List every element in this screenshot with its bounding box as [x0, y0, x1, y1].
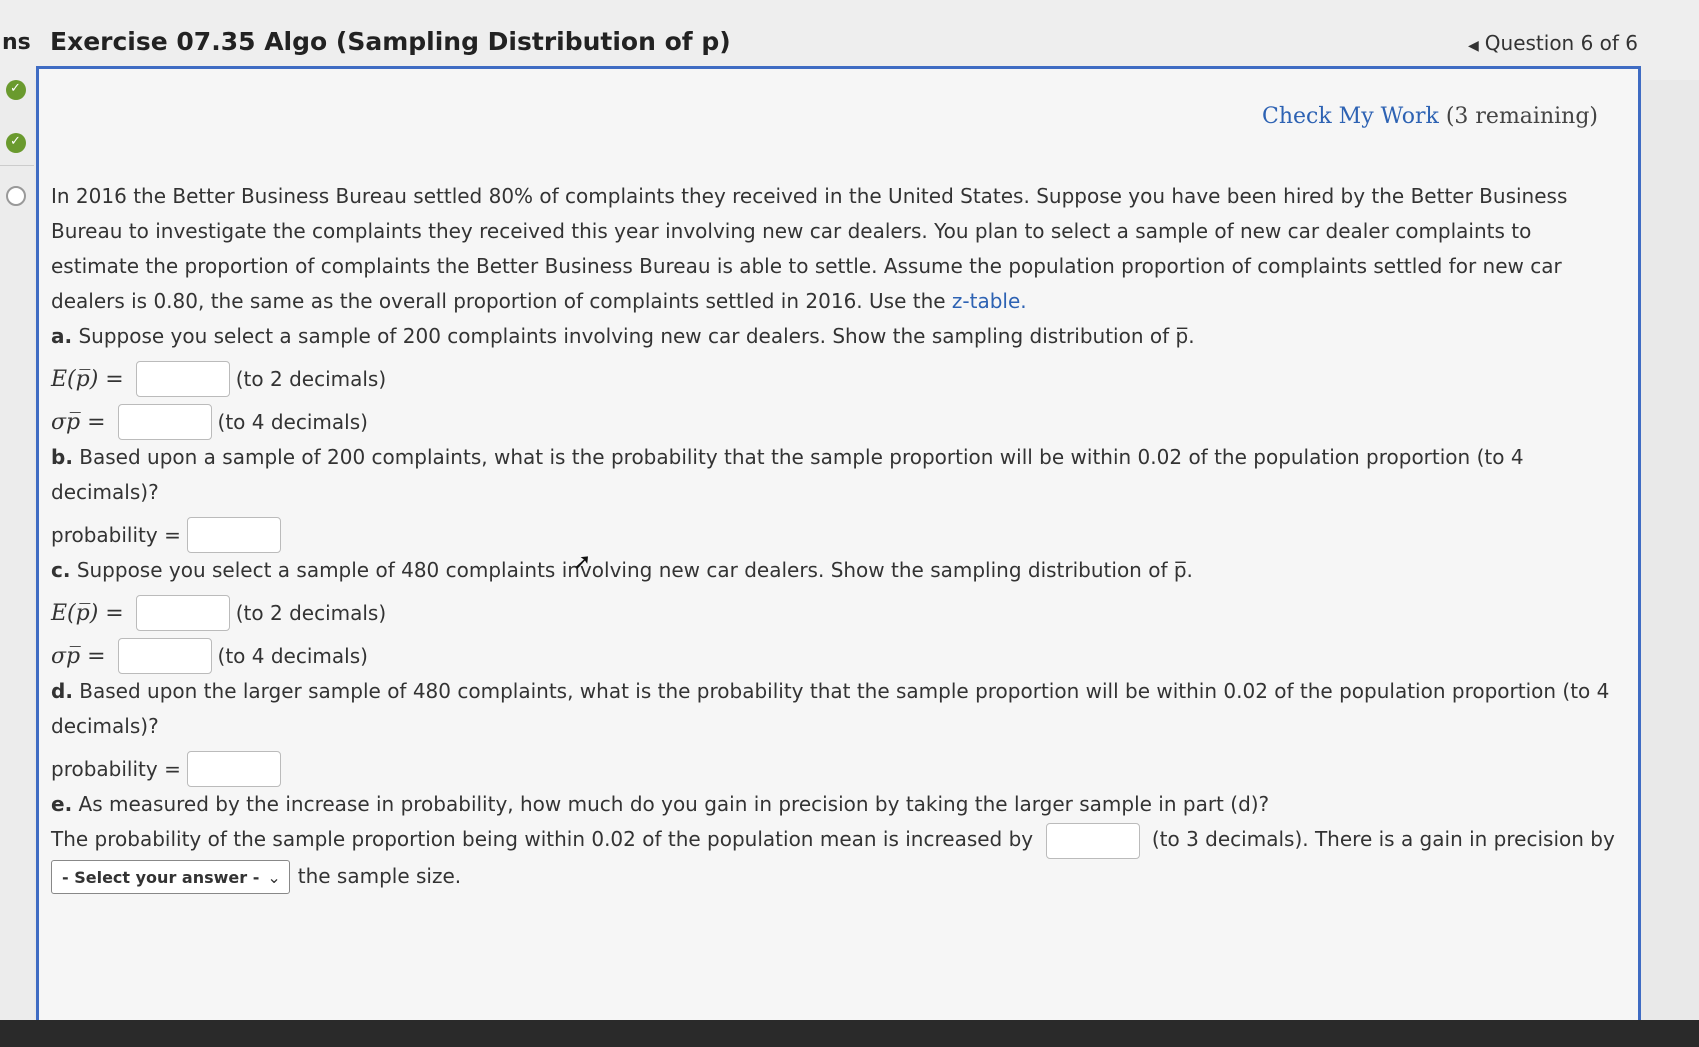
part-e-increase-input[interactable]	[1045, 822, 1140, 859]
check-my-work-label[interactable]: Check My Work	[1262, 104, 1439, 129]
std-error-symbol: σp̅ =	[51, 643, 106, 669]
question-nav-label: Question 6 of 6	[1484, 31, 1639, 55]
expected-value-symbol: E(p̅) =	[51, 366, 124, 392]
part-c-expected-input[interactable]	[135, 595, 230, 631]
intro-text: In 2016 the Better Business Bureau settl…	[51, 184, 1568, 313]
decimal-hint: (to 2 decimals)	[235, 366, 387, 391]
part-c-stddev-input[interactable]	[117, 638, 212, 674]
part-e-answer-select[interactable]: - Select your answer - ⌄	[51, 860, 290, 894]
status-open-icon[interactable]	[6, 186, 26, 206]
question-status-rail	[0, 80, 34, 1020]
decimal-hint: (to 4 decimals)	[217, 643, 368, 668]
part-e-sentence-middle: (to 3 decimals). There is a gain in prec…	[1151, 827, 1615, 851]
part-a-stddev-input[interactable]	[117, 404, 212, 440]
check-my-work-link[interactable]: Check My Work (3 remaining)	[1262, 104, 1598, 129]
part-c-stddev-row: σp̅ = (to 4 decimals)	[51, 638, 1621, 674]
part-e-text: As measured by the increase in probabili…	[78, 792, 1270, 816]
probability-label: probability =	[51, 756, 181, 781]
std-error-symbol: σp̅ =	[51, 409, 106, 435]
part-d-text: Based upon the larger sample of 480 comp…	[51, 679, 1610, 738]
rail-divider	[0, 165, 34, 166]
expected-value-symbol: E(p̅) =	[51, 600, 124, 626]
select-value: - Select your answer -	[62, 867, 260, 887]
chevron-left-icon[interactable]: ◀	[1468, 38, 1479, 54]
part-b-probability-row: probability =	[51, 517, 1621, 553]
problem-intro: In 2016 the Better Business Bureau settl…	[51, 179, 1621, 319]
part-b-text: Based upon a sample of 200 complaints, w…	[51, 445, 1524, 504]
ztable-link[interactable]: z-table.	[952, 289, 1027, 313]
part-d-question: d. Based upon the larger sample of 480 c…	[51, 674, 1621, 744]
status-complete-icon[interactable]	[6, 133, 26, 153]
decimal-hint: (to 4 decimals)	[217, 409, 368, 434]
part-a-label: a.	[51, 324, 73, 348]
part-d-probability-row: probability =	[51, 751, 1621, 787]
part-e-answer-sentence: The probability of the sample proportion…	[51, 822, 1621, 894]
part-d-label: d.	[51, 679, 73, 703]
part-a-expected-row: E(p̅) = (to 2 decimals)	[51, 361, 1621, 397]
bottom-bezel	[0, 1020, 1699, 1047]
part-e-question: e. As measured by the increase in probab…	[51, 787, 1621, 822]
decimal-hint: (to 2 decimals)	[235, 600, 387, 625]
part-b-question: b. Based upon a sample of 200 complaints…	[51, 440, 1621, 510]
sidebar-title-fragment: ns	[2, 30, 31, 55]
part-c-expected-row: E(p̅) = (to 2 decimals)	[51, 595, 1621, 631]
part-c-label: c.	[51, 558, 71, 582]
part-a-stddev-row: σp̅ = (to 4 decimals)	[51, 404, 1621, 440]
question-nav[interactable]: ◀ Question 6 of 6	[1468, 31, 1638, 55]
exercise-title: Exercise 07.35 Algo (Sampling Distributi…	[50, 27, 731, 56]
problem-content: In 2016 the Better Business Bureau settl…	[51, 179, 1621, 894]
part-a-expected-input[interactable]	[135, 361, 230, 397]
part-a-question: a. Suppose you select a sample of 200 co…	[51, 319, 1621, 354]
probability-label: probability =	[51, 522, 181, 547]
part-b-label: b.	[51, 445, 73, 469]
part-d-probability-input[interactable]	[186, 751, 281, 787]
status-complete-icon[interactable]	[6, 80, 26, 100]
check-my-work-remaining: (3 remaining)	[1445, 104, 1598, 129]
part-e-sentence-start: The probability of the sample proportion…	[51, 827, 1034, 851]
part-e-label: e.	[51, 792, 73, 816]
chevron-down-icon: ⌄	[267, 867, 281, 887]
part-b-probability-input[interactable]	[186, 517, 281, 553]
part-e-sentence-end: the sample size.	[297, 863, 462, 888]
mouse-cursor-icon: ➚	[573, 550, 592, 575]
question-panel: Check My Work (3 remaining) In 2016 the …	[36, 66, 1641, 1026]
part-a-text: Suppose you select a sample of 200 compl…	[78, 324, 1195, 348]
part-c-text: Suppose you select a sample of 480 compl…	[76, 558, 1193, 582]
part-c-question: c. Suppose you select a sample of 480 co…	[51, 553, 1621, 588]
